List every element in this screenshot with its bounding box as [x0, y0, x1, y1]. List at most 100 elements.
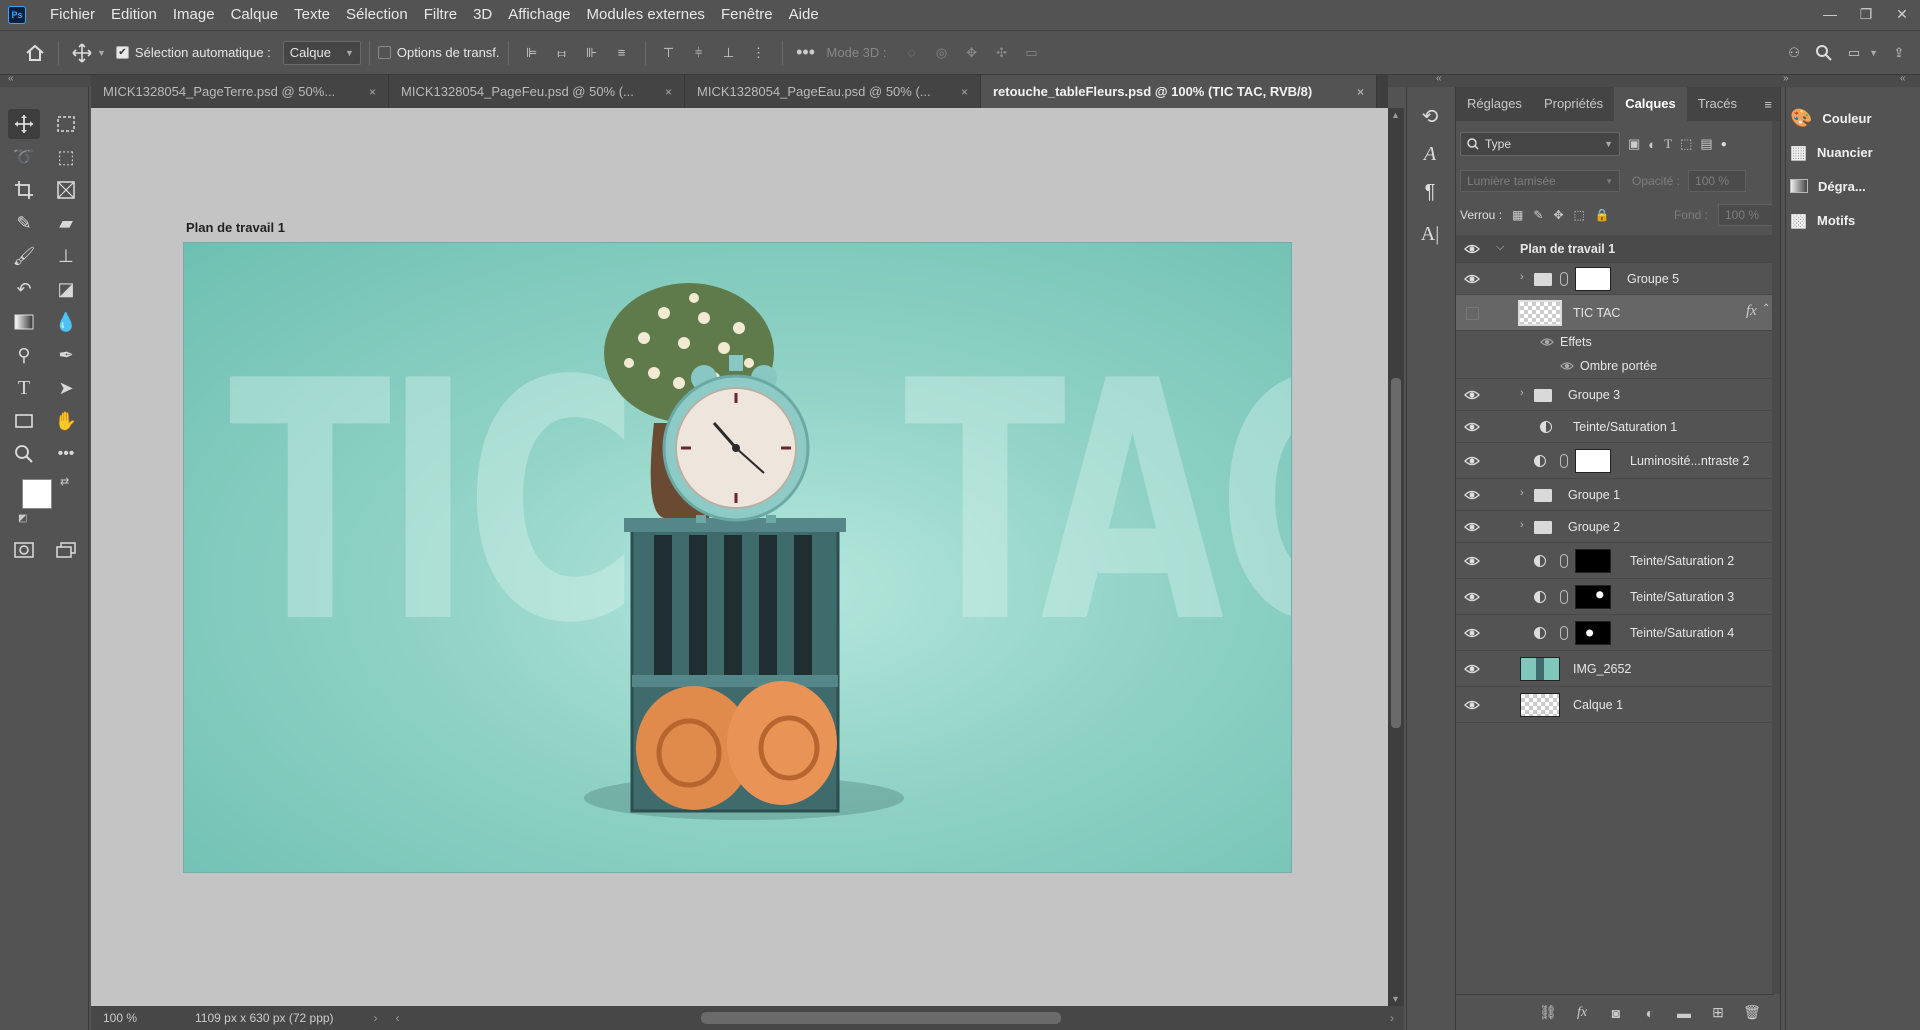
layer-row-ombre-portee[interactable]: Ombre portée: [1456, 355, 1774, 379]
layer-row-teinte-saturation-1[interactable]: Teinte/Saturation 1: [1456, 411, 1774, 443]
scrollbar-thumb[interactable]: [1391, 378, 1401, 728]
layer-row-groupe5[interactable]: › Groupe 5: [1456, 263, 1774, 295]
artboard-label[interactable]: Plan de travail 1: [186, 220, 285, 235]
mask-thumbnail[interactable]: [1575, 549, 1611, 573]
rectangle-tool-icon[interactable]: [8, 406, 40, 436]
hand-tool-icon[interactable]: ✋: [50, 406, 82, 436]
panel-menu-icon[interactable]: ≡: [1764, 97, 1772, 112]
default-colors-icon[interactable]: ◩: [18, 513, 27, 524]
lock-transparent-icon[interactable]: ▦: [1512, 208, 1523, 222]
minimize-icon[interactable]: —: [1812, 0, 1848, 28]
menu-affichage[interactable]: Affichage: [500, 0, 578, 30]
transform-options-checkbox[interactable]: [377, 46, 391, 59]
eye-icon[interactable]: [1464, 453, 1480, 469]
visibility-toggle[interactable]: [1466, 307, 1479, 320]
layer-row-groupe3[interactable]: › Groupe 3: [1456, 379, 1774, 411]
tab-reglages[interactable]: Réglages: [1456, 87, 1533, 121]
menu-3d[interactable]: 3D: [465, 0, 500, 30]
lasso-tool-icon[interactable]: ➰: [8, 142, 40, 172]
mask-thumbnail[interactable]: [1575, 267, 1611, 291]
eye-icon[interactable]: [1540, 335, 1554, 349]
zoom-tool-icon[interactable]: [8, 439, 40, 469]
patterns-panel-button[interactable]: ▩ Motifs: [1790, 205, 1855, 235]
fill-input[interactable]: 100 %: [1718, 204, 1776, 226]
chevron-down-icon[interactable]: ▼: [97, 48, 106, 58]
lock-position-icon[interactable]: ✥: [1553, 208, 1563, 222]
layer-row-groupe1[interactable]: › Groupe 1: [1456, 479, 1774, 511]
tab-calques[interactable]: Calques: [1614, 87, 1687, 121]
layer-row-artboard[interactable]: ⌵ Plan de travail 1: [1456, 235, 1774, 263]
align-bottom-icon[interactable]: ⊥: [714, 38, 744, 68]
layer-row-teinte-saturation-2[interactable]: Teinte/Saturation 2: [1456, 543, 1774, 579]
add-mask-icon[interactable]: ◙: [1606, 1003, 1626, 1023]
dodge-tool-icon[interactable]: ⚲: [8, 340, 40, 370]
foreground-color-swatch[interactable]: [22, 479, 52, 509]
object-selection-tool-icon[interactable]: ⬚: [50, 142, 82, 172]
chevron-down-icon[interactable]: ⌵: [1496, 241, 1504, 254]
distribute-v-icon[interactable]: ⋮: [744, 38, 774, 68]
layer-thumbnail[interactable]: [1520, 693, 1560, 717]
lock-all-icon[interactable]: 🔒: [1595, 208, 1610, 222]
more-options-icon[interactable]: •••: [791, 38, 821, 68]
learn-icon[interactable]: ⚇: [1779, 38, 1809, 68]
new-layer-icon[interactable]: ⊞: [1708, 1003, 1728, 1023]
new-adjustment-icon[interactable]: ◐: [1640, 1003, 1660, 1023]
eye-icon[interactable]: [1464, 697, 1480, 713]
screen-mode-icon[interactable]: [50, 535, 82, 565]
share-icon[interactable]: ⇪: [1884, 38, 1914, 68]
close-window-icon[interactable]: ✕: [1884, 0, 1920, 28]
clone-stamp-tool-icon[interactable]: ⊥: [50, 241, 82, 271]
lock-pixels-icon[interactable]: ✎: [1533, 208, 1543, 222]
align-top-icon[interactable]: ⊤: [654, 38, 684, 68]
collapse-panels-icon[interactable]: »: [1783, 73, 1789, 84]
gradient-tool-icon[interactable]: [8, 307, 40, 337]
layer-row-luminosite-contraste-2[interactable]: Luminosité...ntraste 2: [1456, 443, 1774, 479]
menu-fenetre[interactable]: Fenêtre: [713, 0, 781, 30]
restore-icon[interactable]: ❐: [1848, 0, 1884, 28]
slide-3d-icon[interactable]: ✣: [987, 38, 1017, 68]
layer-row-effets[interactable]: Effets: [1456, 331, 1774, 355]
chevron-right-icon[interactable]: ›: [1520, 271, 1524, 283]
workspace-icon[interactable]: ▭: [1839, 38, 1869, 68]
eye-icon[interactable]: [1464, 553, 1480, 569]
close-icon[interactable]: ×: [961, 85, 968, 99]
menu-aide[interactable]: Aide: [781, 0, 827, 30]
filter-shape-icon[interactable]: ⬚: [1680, 136, 1692, 152]
eraser-tool-icon[interactable]: ◪: [50, 274, 82, 304]
collapse-left-icon[interactable]: «: [8, 73, 14, 84]
camera-3d-icon[interactable]: ▭: [1017, 38, 1047, 68]
gradients-panel-button[interactable]: Dégra...: [1790, 171, 1866, 201]
frame-tool-icon[interactable]: [50, 175, 82, 205]
tab-traces[interactable]: Tracés: [1687, 87, 1748, 121]
chevron-right-icon[interactable]: ›: [1520, 519, 1524, 531]
filter-toggle-icon[interactable]: ●: [1721, 139, 1727, 150]
align-right-icon[interactable]: ⊪: [577, 38, 607, 68]
link-layers-icon[interactable]: ⛓: [1538, 1003, 1558, 1023]
layer-row-groupe2[interactable]: › Groupe 2: [1456, 511, 1774, 543]
eye-icon[interactable]: [1464, 419, 1480, 435]
layer-thumbnail[interactable]: [1518, 300, 1562, 326]
layer-row-calque-1[interactable]: Calque 1: [1456, 687, 1774, 723]
menu-calque[interactable]: Calque: [223, 0, 287, 30]
eye-icon[interactable]: [1560, 359, 1574, 373]
layer-row-tic-tac[interactable]: TIC TAC fx ⌃: [1456, 295, 1774, 331]
menu-edition[interactable]: Edition: [103, 0, 165, 30]
filter-adjustment-icon[interactable]: ◐: [1648, 137, 1656, 152]
chevron-right-icon[interactable]: ›: [1520, 387, 1524, 399]
auto-select-dropdown[interactable]: Calque ▼: [282, 40, 361, 65]
chevron-down-icon[interactable]: ▼: [1869, 48, 1878, 58]
color-panel-button[interactable]: 🎨 Couleur: [1790, 103, 1872, 133]
mask-thumbnail[interactable]: [1575, 621, 1611, 645]
photoshop-logo-icon[interactable]: Ps: [8, 6, 26, 24]
tab-proprietes[interactable]: Propriétés: [1533, 87, 1614, 121]
mask-thumbnail[interactable]: [1575, 449, 1611, 473]
path-selection-tool-icon[interactable]: ➤: [50, 373, 82, 403]
collapse-strip-icon[interactable]: «: [1436, 73, 1442, 84]
chevron-right-icon[interactable]: ›: [1520, 487, 1524, 499]
menu-image[interactable]: Image: [165, 0, 223, 30]
layers-scrollbar[interactable]: [1772, 121, 1780, 994]
search-icon[interactable]: [1809, 38, 1839, 68]
auto-select-checkbox[interactable]: ✔: [115, 46, 129, 59]
eye-icon[interactable]: [1464, 271, 1480, 287]
swatches-panel-button[interactable]: ▦ Nuancier: [1790, 137, 1873, 167]
